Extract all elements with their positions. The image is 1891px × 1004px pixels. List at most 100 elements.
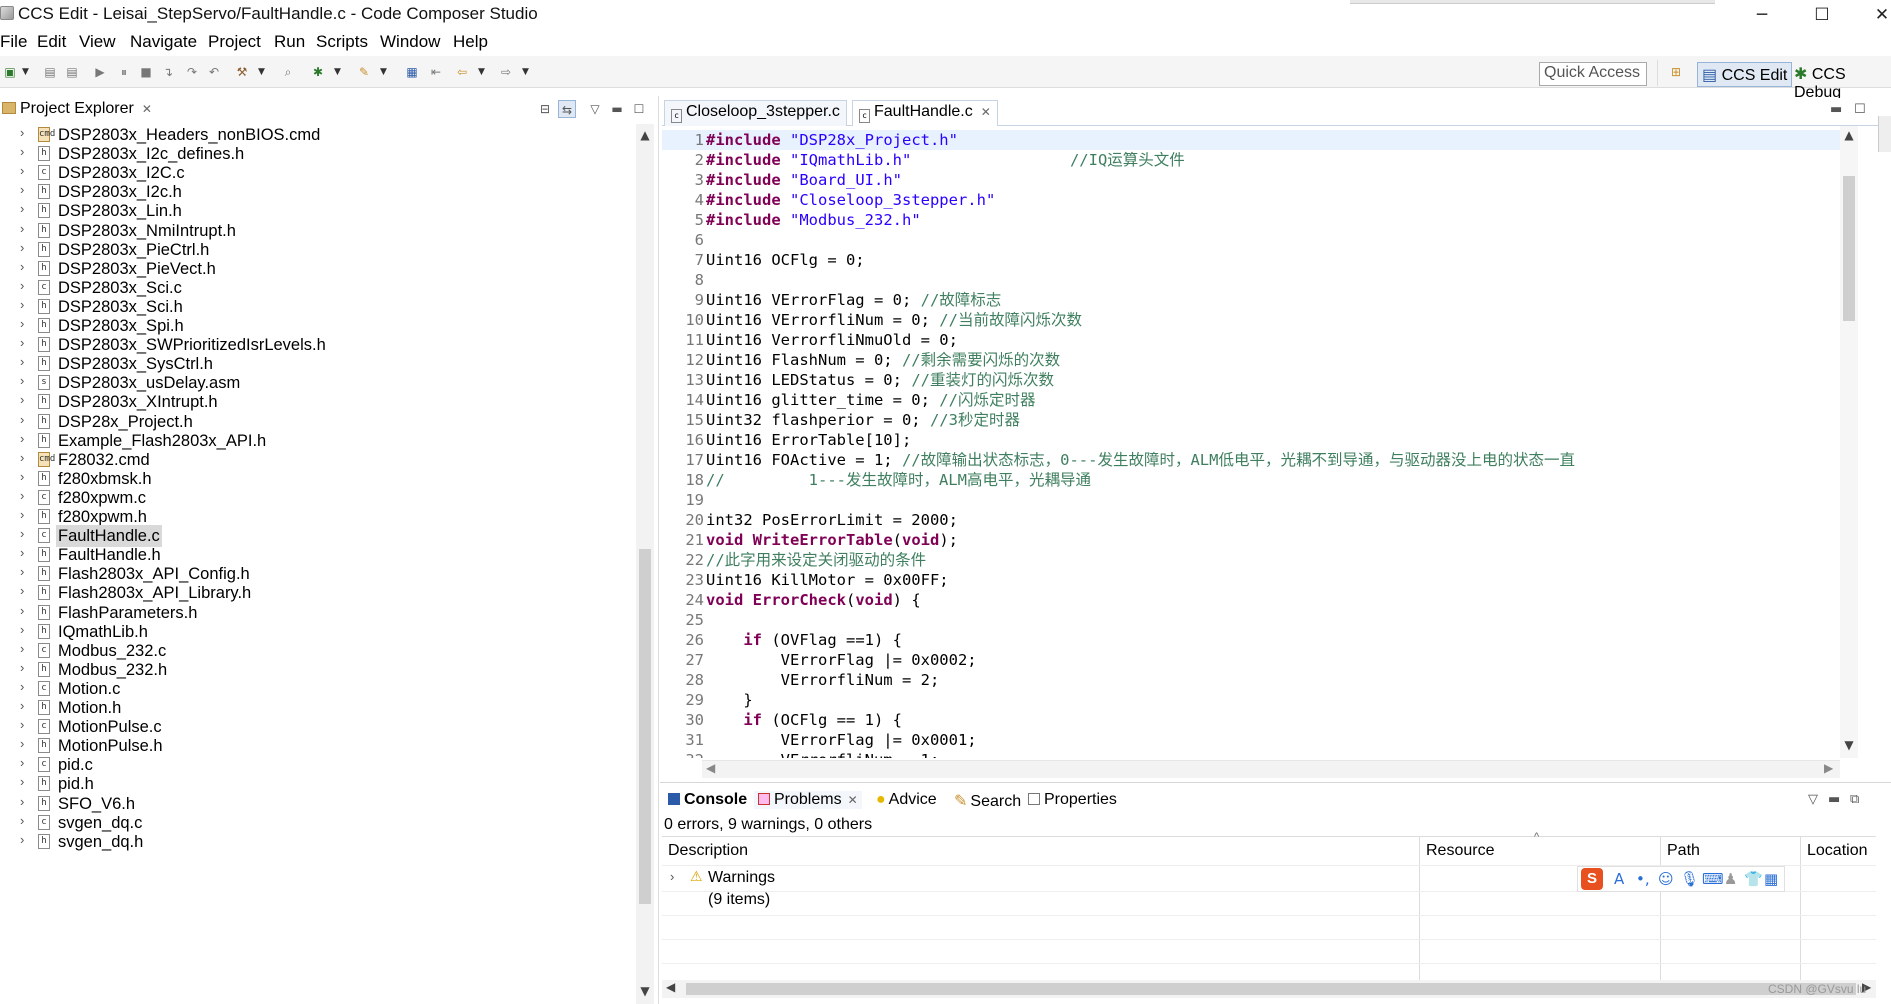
menu-scripts[interactable]: Scripts (316, 32, 368, 52)
stop-icon[interactable]: ■ (138, 64, 154, 80)
expand-arrow-icon[interactable]: › (20, 163, 24, 178)
expand-arrow-icon[interactable]: › (20, 813, 24, 828)
project-tree-scrollbar[interactable]: ▲ ▼ (636, 124, 654, 1004)
step-icon[interactable]: ⏸ (116, 64, 132, 80)
expand-arrow-icon[interactable]: › (20, 392, 24, 407)
menu-view[interactable]: View (79, 32, 116, 52)
user-icon[interactable]: ♟ (1724, 870, 1737, 888)
menu-run[interactable]: Run (274, 32, 305, 52)
expand-arrow-icon[interactable]: › (20, 794, 24, 809)
expand-arrow-icon[interactable]: › (20, 144, 24, 159)
perspective-ccs-debug[interactable]: ✱ CCS Debug (1790, 62, 1891, 101)
expand-arrow-icon[interactable]: › (20, 354, 24, 369)
expand-arrow-icon[interactable]: › (20, 240, 24, 255)
column-location[interactable]: Location (1801, 839, 1868, 863)
column-path[interactable]: Path (1661, 839, 1700, 863)
punctuation-icon[interactable]: •, (1636, 870, 1650, 888)
maximize-editor-icon[interactable]: ☐ (1854, 102, 1866, 117)
close-icon[interactable]: ✕ (981, 105, 991, 119)
expand-arrow-icon[interactable]: › (20, 526, 24, 541)
close-button[interactable]: ✕ (1852, 2, 1891, 28)
forward-dropdown-icon[interactable]: ▼ (522, 64, 530, 80)
column-description[interactable]: Description (662, 839, 748, 863)
expand-arrow-icon[interactable]: › (20, 488, 24, 503)
tab-problems[interactable]: Problems ✕ (754, 791, 862, 809)
expand-arrow-icon[interactable]: › (20, 755, 24, 770)
collapse-all-icon[interactable]: ⊟ (536, 100, 554, 118)
keyboard-icon[interactable]: ⌨ (1702, 870, 1724, 888)
expand-arrow-icon[interactable]: › (20, 507, 24, 522)
expand-arrow-icon[interactable]: › (20, 373, 24, 388)
maximize-button[interactable]: ☐ (1792, 2, 1852, 28)
expand-arrow-icon[interactable]: › (20, 679, 24, 694)
expand-arrow-icon[interactable]: › (20, 125, 24, 140)
expand-arrow-icon[interactable]: › (20, 564, 24, 579)
back-icon[interactable]: ⇦ (454, 64, 470, 80)
perspective-ccs-edit[interactable]: ▤ CCS Edit (1697, 62, 1793, 87)
close-icon[interactable]: ✕ (142, 102, 152, 116)
menu-navigate[interactable]: Navigate (130, 32, 197, 52)
expand-arrow-icon[interactable]: › (20, 182, 24, 197)
expand-arrow-icon[interactable]: › (20, 717, 24, 732)
view-menu-icon[interactable]: ▽ (1808, 792, 1818, 807)
expand-arrow-icon[interactable]: › (20, 297, 24, 312)
flash-icon[interactable]: ✎ (356, 64, 372, 80)
minimize-panel-icon[interactable]: ▬ (1828, 792, 1840, 807)
expand-arrow-icon[interactable]: › (20, 583, 24, 598)
quick-access-field[interactable]: Quick Access (1539, 62, 1647, 86)
save-icon[interactable]: ▤ (42, 64, 58, 80)
scrollbar-thumb[interactable] (1843, 176, 1855, 321)
expand-arrow-icon[interactable]: › (20, 450, 24, 465)
search-tool-icon[interactable]: ⌕ (280, 64, 296, 80)
skin-icon[interactable]: 👕 (1744, 870, 1763, 888)
tab-console[interactable]: Console (668, 791, 747, 809)
tab-properties[interactable]: Properties (1028, 791, 1117, 809)
menu-edit[interactable]: Edit (37, 32, 66, 52)
hammer-build-icon[interactable]: ⚒ (234, 64, 250, 80)
expand-arrow-icon[interactable]: › (20, 660, 24, 675)
expand-arrow-icon[interactable]: › (20, 603, 24, 618)
tab-search[interactable]: ✎ Search (954, 791, 1021, 811)
forward-icon[interactable]: ⇨ (498, 64, 514, 80)
maximize-view-icon[interactable]: ☐ (630, 100, 648, 118)
column-resource[interactable]: Resource (1420, 839, 1494, 863)
scroll-left-icon[interactable]: ◀ (706, 761, 715, 775)
scrollbar-thumb[interactable] (639, 549, 651, 904)
new-dropdown-icon[interactable]: ▼ (22, 64, 30, 80)
expand-arrow-icon[interactable]: › (20, 412, 24, 427)
font-icon[interactable]: A (1614, 870, 1624, 888)
tab-advice[interactable]: ● Advice (876, 791, 937, 809)
expand-arrow-icon[interactable]: › (20, 469, 24, 484)
expand-arrow-icon[interactable]: › (20, 622, 24, 637)
open-perspective-icon[interactable]: ⊞ (1668, 64, 1684, 80)
view-toggle-icon[interactable]: ▦ (404, 64, 420, 80)
expand-arrow-icon[interactable]: › (20, 278, 24, 293)
scroll-down-icon[interactable]: ▼ (639, 984, 651, 998)
expand-arrow-icon[interactable]: › (20, 545, 24, 560)
menu-file[interactable]: File (0, 32, 27, 52)
step-return-icon[interactable]: ↶ (206, 64, 222, 80)
tree-item[interactable]: › h svgen_dq.h (0, 831, 632, 853)
flash-dropdown-icon[interactable]: ▼ (380, 64, 388, 80)
last-edit-icon[interactable]: ⇤ (428, 64, 444, 80)
minimize-button[interactable]: ─ (1732, 2, 1792, 28)
save-all-icon[interactable]: ▤ (64, 64, 80, 80)
expand-arrow-icon[interactable]: › (670, 869, 674, 884)
toolbox-icon[interactable]: ▦ (1764, 870, 1778, 888)
minimize-editor-icon[interactable]: ▬ (1830, 102, 1842, 117)
build-icon[interactable]: ▶ (92, 64, 108, 80)
menu-project[interactable]: Project (208, 32, 261, 52)
scrollbar-thumb[interactable] (686, 983, 1856, 995)
link-editor-icon[interactable]: ⇆ (558, 100, 576, 118)
expand-arrow-icon[interactable]: › (20, 335, 24, 350)
menu-help[interactable]: Help (453, 32, 488, 52)
emoji-icon[interactable]: ☺ (1658, 870, 1674, 888)
expand-arrow-icon[interactable]: › (20, 832, 24, 847)
sogou-logo-icon[interactable]: S (1581, 868, 1603, 890)
expand-arrow-icon[interactable]: › (20, 221, 24, 236)
expand-arrow-icon[interactable]: › (20, 259, 24, 274)
code-editor[interactable]: 1 #include "DSP28x_Project.h" 2 #include "I… (662, 126, 1862, 758)
scroll-up-icon[interactable]: ▲ (639, 128, 651, 142)
restore-panel-icon[interactable]: ⧉ (1850, 792, 1859, 807)
expand-arrow-icon[interactable]: › (20, 431, 24, 446)
